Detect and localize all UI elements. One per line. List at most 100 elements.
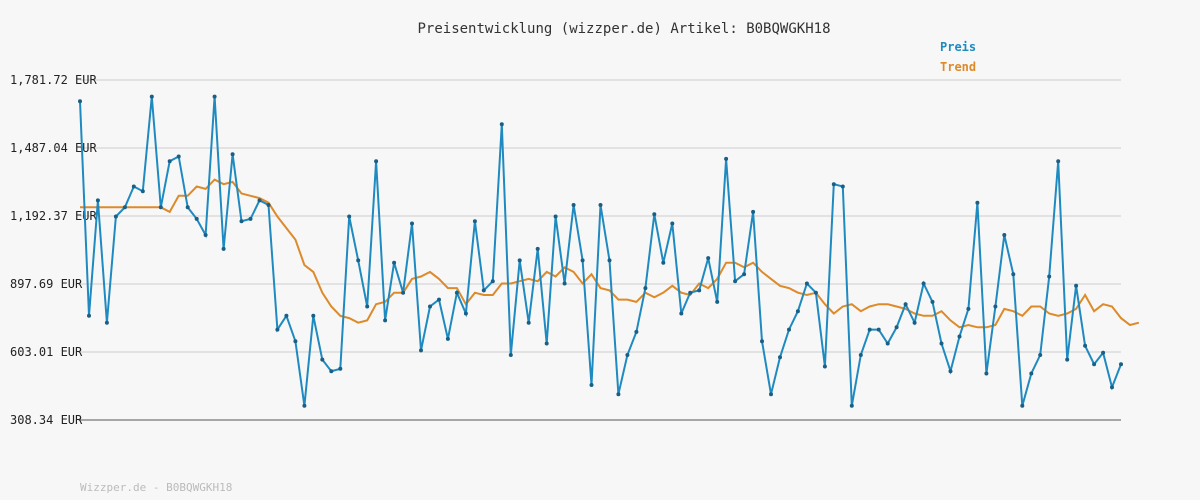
price-point [571, 203, 576, 207]
price-point [257, 198, 262, 203]
price-point [230, 152, 235, 157]
price-point [365, 304, 370, 309]
price-point [320, 357, 325, 362]
price-point [939, 341, 944, 346]
price-point [957, 334, 962, 339]
price-point [203, 233, 208, 237]
price-point [463, 311, 468, 316]
price-point [194, 216, 199, 221]
price-point [176, 154, 181, 159]
price-point [221, 246, 226, 251]
price-point [499, 122, 504, 127]
price-point [113, 214, 118, 219]
price-point [643, 286, 648, 291]
price-point [1038, 353, 1043, 357]
price-point [508, 353, 513, 357]
price-point [149, 94, 154, 99]
price-point [401, 290, 406, 295]
price-point [140, 189, 145, 194]
price-point [392, 260, 397, 265]
price-point [706, 256, 711, 261]
price-point [822, 364, 827, 369]
price-point [876, 327, 881, 332]
price-point [966, 306, 971, 311]
price-point [1020, 403, 1025, 408]
price-point [311, 313, 316, 318]
price-line [79, 96, 1122, 407]
price-point [607, 258, 612, 263]
price-point [652, 212, 657, 217]
price-point [1056, 159, 1061, 164]
price-point [1011, 272, 1016, 277]
price-point [688, 290, 693, 295]
price-point [293, 339, 298, 344]
y-tick-label: 1,487.04 EUR [10, 141, 97, 155]
price-point [993, 304, 998, 309]
price-point [266, 203, 271, 207]
price-point [275, 327, 280, 332]
price-point [831, 182, 836, 187]
y-tick-label: 1,781.72 EUR [10, 73, 97, 87]
chart-title: Preisentwicklung (wizzper.de) Artikel: B… [417, 21, 830, 37]
price-point [849, 403, 854, 408]
price-point [78, 99, 82, 104]
price-point [158, 205, 163, 210]
price-point [383, 318, 388, 323]
legend-preis: Preis [940, 40, 976, 54]
price-point [634, 329, 639, 334]
price-point [87, 313, 91, 318]
price-point [185, 205, 190, 210]
price-point [778, 355, 782, 360]
y-tick-label: 308.34 EUR [10, 413, 83, 427]
price-point [921, 281, 926, 286]
price-point [1065, 357, 1070, 362]
price-point [239, 219, 244, 224]
price-point [1029, 371, 1034, 376]
price-point [248, 216, 253, 221]
price-point [697, 288, 702, 293]
price-point [589, 383, 594, 387]
price-point [131, 184, 136, 189]
price-point [428, 304, 432, 309]
price-point [804, 281, 809, 286]
price-point [1110, 385, 1114, 390]
price-point [544, 341, 549, 346]
price-point [526, 320, 531, 325]
price-point [903, 302, 908, 307]
price-point [445, 336, 450, 341]
price-point [1074, 283, 1079, 288]
price-point [894, 325, 899, 330]
price-point [517, 258, 522, 263]
price-point [410, 221, 414, 226]
price-point [948, 369, 953, 374]
price-point [715, 299, 720, 304]
price-point [616, 392, 621, 397]
price-point [858, 353, 863, 357]
price-point [733, 279, 738, 284]
price-point [661, 260, 666, 265]
price-point [535, 246, 540, 251]
price-point [356, 258, 361, 263]
price-point [813, 290, 818, 295]
price-point [769, 392, 773, 397]
price-point [374, 159, 379, 164]
y-tick-label: 603.01 EUR [10, 345, 83, 359]
price-point [840, 184, 845, 189]
price-point [437, 297, 441, 302]
chart-svg: Preisentwicklung (wizzper.de) Artikel: B… [10, 21, 1140, 494]
price-point [580, 258, 585, 263]
price-point [212, 94, 217, 99]
legend-trend: Trend [940, 60, 976, 74]
price-point [787, 327, 791, 332]
price-point [598, 203, 603, 207]
price-chart: Preisentwicklung (wizzper.de) Artikel: B… [0, 0, 1200, 500]
price-point [912, 320, 917, 325]
price-point [724, 156, 729, 161]
price-point [984, 371, 989, 376]
price-point [751, 209, 756, 214]
price-point [104, 320, 109, 325]
price-point [419, 348, 423, 353]
price-point [454, 290, 459, 295]
price-point [975, 200, 980, 205]
price-point [930, 299, 935, 304]
